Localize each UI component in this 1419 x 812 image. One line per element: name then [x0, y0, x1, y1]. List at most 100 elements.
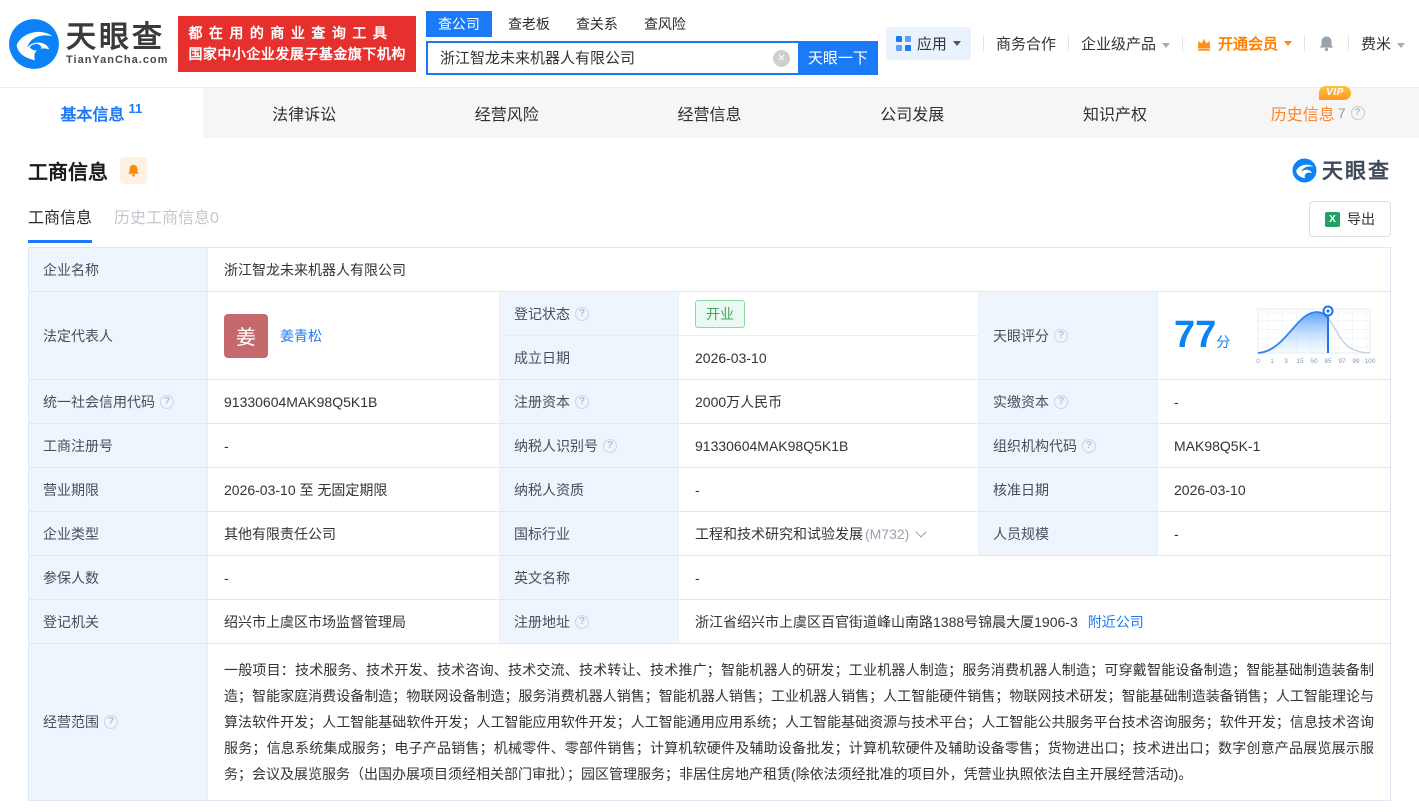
svg-text:1: 1 — [1270, 358, 1274, 365]
search-box: ✕ 天眼一下 — [425, 40, 878, 75]
export-button[interactable]: X 导出 — [1309, 201, 1391, 237]
industry-cell[interactable]: 工程和技术研究和试验发展 (M732) — [679, 512, 979, 555]
tab-operation-risk[interactable]: 经营风险 — [405, 88, 608, 138]
clear-search-icon[interactable]: ✕ — [772, 49, 790, 67]
nav-enterprise-products[interactable]: 企业级产品 — [1081, 33, 1170, 54]
tianyancha-small-icon — [1292, 158, 1317, 182]
paid-capital-value: - — [1158, 380, 1390, 423]
apps-menu-button[interactable]: 应用 — [885, 27, 971, 60]
table-row: 企业类型 其他有限责任公司 国标行业 工程和技术研究和试验发展 (M732) 人… — [29, 512, 1390, 556]
score-unit: 分 — [1216, 334, 1231, 350]
reg-capital-label: 注册资本? — [500, 380, 679, 423]
help-icon[interactable]: ? — [1054, 394, 1068, 409]
establish-date-label: 成立日期 — [500, 336, 679, 379]
insured-count-label: 参保人数 — [29, 556, 208, 599]
table-row: 登记机关 绍兴市上虞区市场监督管理局 注册地址? 浙江省绍兴市上虞区百官街道峰山… — [29, 600, 1390, 644]
help-icon[interactable]: ? — [104, 715, 118, 729]
bell-icon — [128, 164, 139, 177]
establish-date-value: 2026-03-10 — [679, 336, 978, 379]
svg-text:97: 97 — [1338, 358, 1346, 365]
search-tab-risk[interactable]: 查风险 — [644, 11, 686, 37]
industry-label: 国标行业 — [500, 512, 679, 555]
help-icon[interactable]: ? — [1350, 106, 1365, 120]
help-icon[interactable]: ? — [160, 394, 174, 409]
reg-status-label: 登记状态 ? — [500, 292, 679, 335]
score-distribution-chart: 0 1 3 15 50 85 97 99 100 — [1256, 305, 1376, 365]
reg-number-value: - — [208, 424, 500, 467]
help-icon[interactable]: ? — [1054, 328, 1068, 343]
tianyancha-logo[interactable]: 天眼查 TianYanCha.com — [8, 18, 168, 70]
svg-text:15: 15 — [1296, 358, 1304, 365]
score-cell[interactable]: 77分 0 1 3 15 50 85 97 99 100 — [1158, 292, 1390, 379]
score-value: 77分 — [1174, 314, 1231, 356]
divider — [1181, 36, 1183, 51]
promo-banner-line2: 国家中小企业发展子基金旗下机构 — [188, 45, 406, 62]
company-name-label: 企业名称 — [29, 248, 208, 291]
top-nav: 应用 商务合作 企业级产品 开通会员 费米 — [885, 27, 1405, 60]
industry-code: (M732) — [865, 525, 910, 542]
chevron-down-icon — [1283, 41, 1292, 46]
taxpayer-id-label: 纳税人识别号? — [500, 424, 679, 467]
tab-operation-info[interactable]: 经营信息 — [608, 88, 811, 138]
promo-banner: 都在用的商业查询工具 国家中小企业发展子基金旗下机构 — [178, 15, 416, 72]
reg-capital-value: 2000万人民币 — [679, 380, 979, 423]
divider — [982, 36, 984, 51]
chevron-down-icon — [1161, 42, 1170, 48]
nearby-companies-link[interactable]: 附近公司 — [1088, 612, 1144, 632]
notification-bell-icon[interactable] — [1317, 34, 1336, 53]
search-tab-relation[interactable]: 查关系 — [576, 11, 618, 37]
help-icon[interactable]: ? — [575, 614, 589, 629]
search-tabs: 查公司 查老板 查关系 查风险 — [425, 10, 878, 37]
subtab-business-info[interactable]: 工商信息 — [28, 204, 93, 243]
table-row: 企业名称 浙江智龙未来机器人有限公司 — [29, 248, 1390, 292]
watermark-logo: 天眼查 — [1292, 155, 1391, 185]
page: 天眼查 TianYanCha.com 都在用的商业查询工具 国家中小企业发展子基… — [0, 0, 1419, 812]
logo-subtitle: TianYanCha.com — [66, 53, 169, 66]
staff-size-value: - — [1158, 512, 1390, 555]
tab-legal-litigation[interactable]: 法律诉讼 — [203, 88, 406, 138]
nav-user-menu[interactable]: 费米 — [1361, 33, 1405, 54]
subtab-history-business-info[interactable]: 历史工商信息0 — [114, 204, 219, 243]
search-tab-company[interactable]: 查公司 — [425, 10, 492, 37]
company-type-value: 其他有限责任公司 — [208, 512, 500, 555]
reg-number-label: 工商注册号 — [29, 424, 208, 467]
reg-authority-value: 绍兴市上虞区市场监督管理局 — [208, 600, 500, 643]
help-icon[interactable]: ? — [1082, 438, 1096, 453]
business-info-table: 企业名称 浙江智龙未来机器人有限公司 法定代表人 姜 姜青松 登记状态 ? 开业… — [28, 247, 1391, 801]
help-icon[interactable]: ? — [603, 438, 617, 453]
divider — [1067, 36, 1069, 51]
chevron-down-icon[interactable] — [915, 525, 928, 538]
excel-icon: X — [1325, 211, 1340, 227]
search-tab-boss[interactable]: 查老板 — [508, 11, 550, 37]
subscribe-bell-button[interactable] — [120, 156, 147, 184]
credit-code-value: 91330604MAK98Q5K1B — [208, 380, 500, 423]
table-row: 营业期限 2026-03-10 至 无固定期限 纳税人资质 - 核准日期 202… — [29, 468, 1390, 512]
taxpayer-quality-label: 纳税人资质 — [500, 468, 679, 511]
credit-code-label: 统一社会信用代码? — [29, 380, 208, 423]
nav-business-cooperation[interactable]: 商务合作 — [996, 33, 1056, 54]
taxpayer-id-value: 91330604MAK98Q5K1B — [679, 424, 979, 467]
table-row: 工商注册号 - 纳税人识别号? 91330604MAK98Q5K1B 组织机构代… — [29, 424, 1390, 468]
avatar[interactable]: 姜 — [224, 313, 268, 358]
tab-basic-info[interactable]: 基本信息 11 — [0, 88, 203, 138]
search-input[interactable] — [425, 40, 798, 75]
search-area: 查公司 查老板 查关系 查风险 ✕ 天眼一下 — [425, 10, 878, 75]
help-icon[interactable]: ? — [575, 394, 589, 409]
legal-rep-name-link[interactable]: 姜青松 — [280, 326, 322, 346]
table-row: 法定代表人 姜 姜青松 登记状态 ? 开业 成立日期 2026-03-10 天眼… — [29, 292, 1390, 380]
org-code-value: MAK98Q5K-1 — [1158, 424, 1390, 467]
search-button[interactable]: 天眼一下 — [797, 40, 878, 75]
help-icon[interactable]: ? — [575, 306, 589, 321]
apps-grid-icon — [895, 36, 911, 51]
nav-open-vip[interactable]: 开通会员 — [1195, 33, 1292, 54]
paid-capital-label: 实缴资本? — [979, 380, 1158, 423]
tab-basic-count: 11 — [128, 100, 143, 116]
tab-intellectual-property[interactable]: 知识产权 — [1014, 88, 1217, 138]
reg-address-cell: 浙江省绍兴市上虞区百官街道峰山南路1388号锦晨大厦1906-3 附近公司 — [679, 600, 1390, 643]
promo-banner-line1: 都在用的商业查询工具 — [188, 24, 394, 41]
tab-history-info[interactable]: 历史信息 VIP 7 ? — [1216, 86, 1419, 138]
tab-company-development[interactable]: 公司发展 — [811, 88, 1014, 138]
staff-size-label: 人员规模 — [979, 512, 1158, 555]
svg-text:3: 3 — [1284, 358, 1288, 365]
reg-authority-label: 登记机关 — [29, 600, 208, 643]
